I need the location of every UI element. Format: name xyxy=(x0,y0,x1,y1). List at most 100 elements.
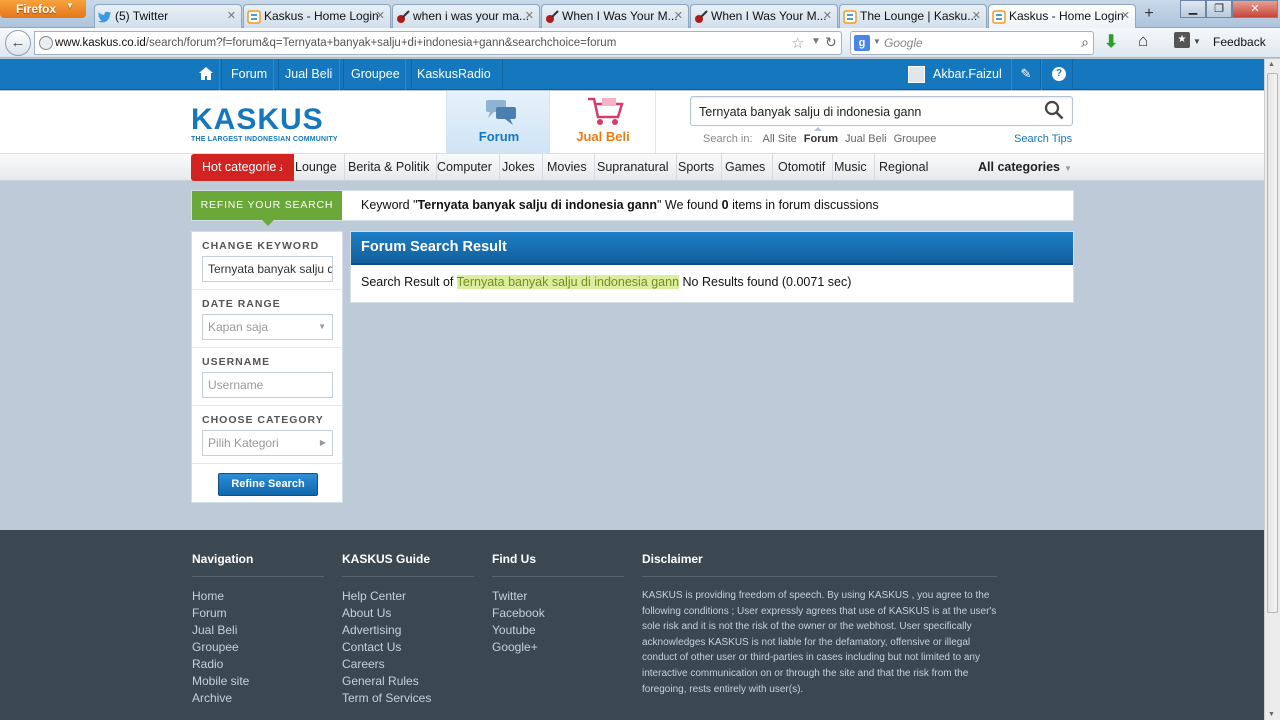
kaskus-logo[interactable]: KASKUS THE LARGEST INDONESIAN COMMUNITY xyxy=(191,105,363,143)
scroll-up-icon[interactable]: ▲ xyxy=(1268,61,1275,68)
browser-search-bar[interactable]: g ▼ Google ⌕ xyxy=(850,31,1094,55)
close-icon[interactable]: ✕ xyxy=(823,9,832,22)
tab-title: When I Was Your M... xyxy=(711,9,827,23)
search-tips-link[interactable]: Search Tips xyxy=(1014,133,1072,145)
browser-tab-kaskus-login[interactable]: Kaskus - Home Login ✕ xyxy=(243,4,391,28)
scrollbar-thumb[interactable] xyxy=(1267,73,1278,613)
category-computer[interactable]: Computer xyxy=(430,154,500,181)
close-icon[interactable]: ✕ xyxy=(1121,9,1130,22)
footer-link-facebook[interactable]: Facebook xyxy=(492,605,624,622)
chevron-down-icon[interactable]: ▼ xyxy=(873,37,881,46)
search-icon[interactable]: ⌕ xyxy=(1081,34,1089,51)
home-icon[interactable]: ⌂ xyxy=(1138,31,1148,51)
browser-nav-bar: ← www.kaskus.co.id/search/forum?f=forum&… xyxy=(0,28,1280,58)
category-regional[interactable]: Regional xyxy=(872,154,935,181)
jual-beli-tab[interactable]: Jual Beli xyxy=(550,91,656,153)
chevron-down-icon: ▼ xyxy=(66,1,74,10)
topnav-jual-beli[interactable]: Jual Beli xyxy=(273,59,345,90)
browser-tab-when-i-was-3[interactable]: When I Was Your M... ✕ xyxy=(690,4,838,28)
keyword-summary: Keyword "Ternyata banyak salju di indone… xyxy=(361,191,879,220)
footer-link-term-of-services[interactable]: Term of Services xyxy=(342,690,474,707)
close-icon[interactable]: ✕ xyxy=(674,9,683,22)
close-icon[interactable]: ✕ xyxy=(227,9,236,22)
browser-search-input[interactable]: Google xyxy=(884,36,923,50)
footer-link-radio[interactable]: Radio xyxy=(192,656,324,673)
footer-link-mobile-site[interactable]: Mobile site xyxy=(192,673,324,690)
footer-link-google-plus[interactable]: Google+ xyxy=(492,639,624,656)
category-sports[interactable]: Sports xyxy=(671,154,723,181)
download-icon[interactable]: ⬇ xyxy=(1104,32,1118,52)
firefox-menu-button[interactable]: Firefox ▼ xyxy=(0,0,86,18)
feedback-button[interactable]: Feedback xyxy=(1213,35,1266,49)
username-label: USERNAME xyxy=(202,356,271,368)
footer-link-groupee[interactable]: Groupee xyxy=(192,639,324,656)
reload-icon[interactable]: ↻ xyxy=(825,34,837,51)
topnav-kaskusradio[interactable]: KaskusRadio xyxy=(405,59,503,90)
footer-link-forum[interactable]: Forum xyxy=(192,605,324,622)
date-range-value: Kapan saja xyxy=(208,320,269,334)
footer-link-general-rules[interactable]: General Rules xyxy=(342,673,474,690)
search-scope-all-site[interactable]: All Site xyxy=(763,133,797,145)
footer-link-jual-beli[interactable]: Jual Beli xyxy=(192,622,324,639)
footer-link-home[interactable]: Home xyxy=(192,588,324,605)
close-icon[interactable]: ✕ xyxy=(525,9,534,22)
browser-tab-the-lounge[interactable]: The Lounge | Kasku... ✕ xyxy=(839,4,987,28)
footer-link-contact-us[interactable]: Contact Us xyxy=(342,639,474,656)
forum-tab[interactable]: Forum xyxy=(446,91,550,153)
chevron-down-icon[interactable]: ▼ xyxy=(811,36,821,47)
username-input[interactable]: Username xyxy=(202,372,333,398)
category-otomotif[interactable]: Otomotif xyxy=(771,154,834,181)
browser-tab-twitter[interactable]: (5) Twitter ✕ xyxy=(94,4,242,28)
topnav-groupee[interactable]: Groupee xyxy=(339,59,412,90)
bookmarks-icon[interactable]: ★ xyxy=(1174,32,1190,48)
close-icon[interactable]: ✕ xyxy=(376,9,385,22)
site-search-input[interactable]: Ternyata banyak salju di indonesia gann xyxy=(690,96,1073,126)
browser-tab-when-i-was[interactable]: when i was your ma... ✕ xyxy=(392,4,540,28)
category-music[interactable]: Music xyxy=(827,154,875,181)
help-icon[interactable]: ? xyxy=(1041,59,1073,90)
category-berita-politik[interactable]: Berita & Politik xyxy=(341,154,438,181)
all-categories-dropdown[interactable]: All categories ▼ xyxy=(968,154,1082,181)
search-scope-groupee[interactable]: Groupee xyxy=(894,133,937,145)
category-section: CHOOSE CATEGORY Pilih Kategori ▶ xyxy=(192,406,342,464)
back-arrow-icon[interactable]: ← xyxy=(5,30,31,56)
chevron-down-icon[interactable]: ▼ xyxy=(1193,37,1201,46)
home-icon[interactable] xyxy=(189,59,222,90)
footer-link-help-center[interactable]: Help Center xyxy=(342,588,474,605)
browser-tab-when-i-was-2[interactable]: When I Was Your M... ✕ xyxy=(541,4,689,28)
scroll-down-icon[interactable]: ▼ xyxy=(1268,711,1275,718)
browser-tab-active[interactable]: Kaskus - Home Login ✕ xyxy=(988,4,1136,28)
window-close-icon[interactable]: ✕ xyxy=(1232,0,1278,18)
footer-disclaimer-title: Disclaimer xyxy=(642,552,997,577)
minimize-icon[interactable]: ▁ xyxy=(1180,0,1206,18)
footer-link-about-us[interactable]: About Us xyxy=(342,605,474,622)
search-icon[interactable] xyxy=(1044,100,1064,120)
bookmark-star-icon[interactable]: ☆ xyxy=(791,34,804,52)
search-scope-forum[interactable]: Forum xyxy=(804,133,838,145)
page-scrollbar[interactable]: ▲ ▼ xyxy=(1264,59,1280,720)
date-range-select[interactable]: Kapan saja ▼ xyxy=(202,314,333,340)
keyword-input[interactable]: Ternyata banyak salju di indonesia gann xyxy=(202,256,333,282)
category-supranatural[interactable]: Supranatural xyxy=(590,154,677,181)
category-movies[interactable]: Movies xyxy=(540,154,595,181)
google-icon[interactable]: g xyxy=(854,35,870,51)
maximize-icon[interactable]: ❐ xyxy=(1206,0,1232,18)
avatar[interactable] xyxy=(908,66,925,83)
url-bar[interactable]: www.kaskus.co.id/search/forum?f=forum&q=… xyxy=(34,31,842,55)
category-jokes[interactable]: Jokes xyxy=(495,154,543,181)
footer-link-twitter[interactable]: Twitter xyxy=(492,588,624,605)
new-tab-button[interactable]: + xyxy=(1138,5,1160,25)
category-lounge[interactable]: Lounge xyxy=(288,154,345,181)
category-select[interactable]: Pilih Kategori ▶ xyxy=(202,430,333,456)
user-name[interactable]: Akbar.Faizul xyxy=(933,59,1002,89)
close-icon[interactable]: ✕ xyxy=(972,9,981,22)
footer-link-advertising[interactable]: Advertising xyxy=(342,622,474,639)
footer-link-careers[interactable]: Careers xyxy=(342,656,474,673)
footer-link-youtube[interactable]: Youtube xyxy=(492,622,624,639)
pencil-icon[interactable]: ✎ xyxy=(1011,59,1041,90)
refine-search-button[interactable]: Refine Search xyxy=(218,473,318,496)
category-games[interactable]: Games xyxy=(718,154,774,181)
footer-link-archive[interactable]: Archive xyxy=(192,690,324,707)
search-scope-jual-beli[interactable]: Jual Beli xyxy=(845,133,887,145)
topnav-forum[interactable]: Forum xyxy=(219,59,280,90)
